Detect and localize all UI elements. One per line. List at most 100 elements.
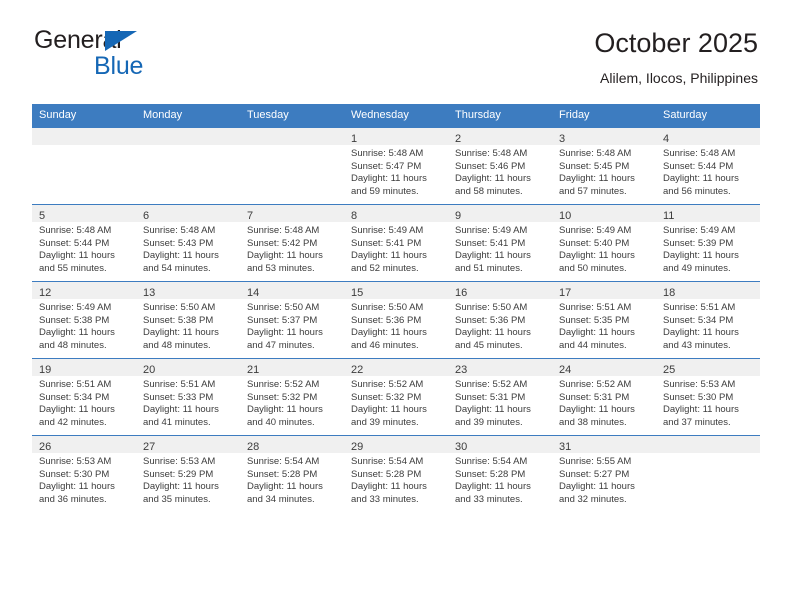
day-cell-inner: 7 Sunrise: 5:48 AM Sunset: 5:42 PM Daylight…: [240, 205, 344, 281]
weekday-header-friday: Friday: [552, 104, 656, 128]
weekday-header-monday: Monday: [136, 104, 240, 128]
daylight-duration: Daylight: 11 hours and 57 minutes.: [559, 173, 635, 197]
day-number-band: 28: [240, 436, 344, 453]
day-details: Sunrise: 5:50 AM Sunset: 5:38 PM Daylight:…: [136, 299, 240, 352]
title-block: October 2025 Alilem, Ilocos, Philippines: [594, 26, 758, 88]
calendar-day-cell[interactable]: 14 Sunrise: 5:50 AM Sunset: 5:37 PM Dayligh…: [240, 281, 344, 359]
calendar-day-cell[interactable]: 12 Sunrise: 5:49 AM Sunset: 5:38 PM Dayligh…: [32, 281, 136, 359]
day-cell-inner: 12 Sunrise: 5:49 AM Sunset: 5:38 PM Dayligh…: [32, 282, 136, 358]
day-details: Sunrise: 5:51 AM Sunset: 5:34 PM Daylight:…: [32, 376, 136, 429]
day-cell-inner: 14 Sunrise: 5:50 AM Sunset: 5:37 PM Dayligh…: [240, 282, 344, 358]
calendar-day-cell[interactable]: 31 Sunrise: 5:55 AM Sunset: 5:27 PM Dayligh…: [552, 435, 656, 512]
daylight-duration: Daylight: 11 hours and 41 minutes.: [143, 404, 219, 428]
day-number: 2: [455, 133, 462, 145]
calendar-day-cell[interactable]: 26 Sunrise: 5:53 AM Sunset: 5:30 PM Dayligh…: [32, 435, 136, 512]
day-details: Sunrise: 5:53 AM Sunset: 5:30 PM Daylight:…: [32, 453, 136, 506]
sunset-time: Sunset: 5:46 PM: [455, 160, 526, 172]
day-details: Sunrise: 5:53 AM Sunset: 5:29 PM Daylight:…: [136, 453, 240, 506]
day-number-band: 27: [136, 436, 240, 453]
day-details: Sunrise: 5:49 AM Sunset: 5:39 PM Daylight:…: [656, 222, 760, 275]
sunset-time: Sunset: 5:36 PM: [455, 314, 526, 326]
calendar-day-cell[interactable]: 2 Sunrise: 5:48 AM Sunset: 5:46 PM Daylight…: [448, 127, 552, 205]
day-number-band: 11: [656, 205, 760, 222]
calendar-day-cell[interactable]: 3 Sunrise: 5:48 AM Sunset: 5:45 PM Daylight…: [552, 127, 656, 205]
general-blue-logo[interactable]: General Blue: [34, 26, 294, 86]
calendar-day-cell[interactable]: 11 Sunrise: 5:49 AM Sunset: 5:39 PM Dayligh…: [656, 204, 760, 282]
day-details: Sunrise: 5:52 AM Sunset: 5:31 PM Daylight:…: [552, 376, 656, 429]
calendar-day-cell[interactable]: 20 Sunrise: 5:51 AM Sunset: 5:33 PM Dayligh…: [136, 358, 240, 436]
calendar-day-cell[interactable]: 19 Sunrise: 5:51 AM Sunset: 5:34 PM Dayligh…: [32, 358, 136, 436]
sunrise-sunset-calendar-table: Sunday Monday Tuesday Wednesday Thursday Frid…: [32, 104, 760, 512]
day-cell-inner: 2 Sunrise: 5:48 AM Sunset: 5:46 PM Daylight…: [448, 128, 552, 204]
day-details: Sunrise: 5:49 AM Sunset: 5:41 PM Daylight:…: [344, 222, 448, 275]
day-number: 25: [663, 364, 676, 376]
sunset-time: Sunset: 5:44 PM: [663, 160, 734, 172]
day-details: Sunrise: 5:54 AM Sunset: 5:28 PM Daylight:…: [448, 453, 552, 506]
calendar-day-cell[interactable]: 29 Sunrise: 5:54 AM Sunset: 5:28 PM Dayligh…: [344, 435, 448, 512]
calendar-day-cell[interactable]: 21 Sunrise: 5:52 AM Sunset: 5:32 PM Dayligh…: [240, 358, 344, 436]
day-cell-inner: 17 Sunrise: 5:51 AM Sunset: 5:35 PM Dayligh…: [552, 282, 656, 358]
day-number: 1: [351, 133, 358, 145]
calendar-day-cell[interactable]: 10 Sunrise: 5:49 AM Sunset: 5:40 PM Dayligh…: [552, 204, 656, 282]
calendar-day-cell[interactable]: 28 Sunrise: 5:54 AM Sunset: 5:28 PM Dayligh…: [240, 435, 344, 512]
day-number-band: 22: [344, 359, 448, 376]
day-cell-inner: 10 Sunrise: 5:49 AM Sunset: 5:40 PM Dayligh…: [552, 205, 656, 281]
day-cell-inner: 21 Sunrise: 5:52 AM Sunset: 5:32 PM Dayligh…: [240, 359, 344, 435]
calendar-day-cell[interactable]: 15 Sunrise: 5:50 AM Sunset: 5:36 PM Dayligh…: [344, 281, 448, 359]
weekday-header-row: Sunday Monday Tuesday Wednesday Thursday Frid…: [32, 104, 760, 128]
daylight-duration: Daylight: 11 hours and 32 minutes.: [559, 481, 635, 505]
calendar-day-cell[interactable]: 9 Sunrise: 5:49 AM Sunset: 5:41 PM Daylight…: [448, 204, 552, 282]
calendar-day-cell[interactable]: 13 Sunrise: 5:50 AM Sunset: 5:38 PM Dayligh…: [136, 281, 240, 359]
sunrise-time: Sunrise: 5:52 AM: [351, 379, 424, 390]
daylight-duration: Daylight: 11 hours and 40 minutes.: [247, 404, 323, 428]
logo-text-blue: Blue: [94, 52, 144, 80]
sunset-time: Sunset: 5:28 PM: [247, 468, 318, 480]
weekday-header-thursday: Thursday: [448, 104, 552, 128]
sunrise-time: Sunrise: 5:50 AM: [247, 302, 320, 313]
calendar-day-cell[interactable]: 6 Sunrise: 5:48 AM Sunset: 5:43 PM Daylight…: [136, 204, 240, 282]
day-number: 29: [351, 441, 364, 453]
calendar-day-cell[interactable]: 27 Sunrise: 5:53 AM Sunset: 5:29 PM Dayligh…: [136, 435, 240, 512]
sunrise-time: Sunrise: 5:49 AM: [351, 225, 424, 236]
day-number: 3: [559, 133, 566, 145]
calendar-day-cell-empty: [32, 127, 136, 205]
calendar-day-cell[interactable]: 22 Sunrise: 5:52 AM Sunset: 5:32 PM Dayligh…: [344, 358, 448, 436]
calendar-day-cell[interactable]: 5 Sunrise: 5:48 AM Sunset: 5:44 PM Daylight…: [32, 204, 136, 282]
calendar-day-cell[interactable]: 8 Sunrise: 5:49 AM Sunset: 5:41 PM Daylight…: [344, 204, 448, 282]
calendar-day-cell[interactable]: 18 Sunrise: 5:51 AM Sunset: 5:34 PM Dayligh…: [656, 281, 760, 359]
day-number: 9: [455, 210, 462, 222]
day-number-band: [32, 128, 136, 145]
calendar-day-cell[interactable]: 25 Sunrise: 5:53 AM Sunset: 5:30 PM Dayligh…: [656, 358, 760, 436]
sunrise-time: Sunrise: 5:49 AM: [663, 225, 736, 236]
day-number-band: 7: [240, 205, 344, 222]
sunrise-time: Sunrise: 5:54 AM: [247, 456, 320, 467]
sunrise-time: Sunrise: 5:48 AM: [247, 225, 320, 236]
calendar-day-cell[interactable]: 17 Sunrise: 5:51 AM Sunset: 5:35 PM Dayligh…: [552, 281, 656, 359]
calendar-day-cell[interactable]: 30 Sunrise: 5:54 AM Sunset: 5:28 PM Dayligh…: [448, 435, 552, 512]
day-details: Sunrise: 5:51 AM Sunset: 5:35 PM Daylight:…: [552, 299, 656, 352]
daylight-duration: Daylight: 11 hours and 44 minutes.: [559, 327, 635, 351]
day-number: 15: [351, 287, 364, 299]
day-details: Sunrise: 5:49 AM Sunset: 5:40 PM Daylight:…: [552, 222, 656, 275]
sunset-time: Sunset: 5:32 PM: [247, 391, 318, 403]
day-details: Sunrise: 5:49 AM Sunset: 5:41 PM Daylight:…: [448, 222, 552, 275]
day-number: 6: [143, 210, 150, 222]
calendar-day-cell[interactable]: 1 Sunrise: 5:48 AM Sunset: 5:47 PM Daylight…: [344, 127, 448, 205]
daylight-duration: Daylight: 11 hours and 34 minutes.: [247, 481, 323, 505]
day-details: Sunrise: 5:48 AM Sunset: 5:43 PM Daylight:…: [136, 222, 240, 275]
calendar-week-row: 12 Sunrise: 5:49 AM Sunset: 5:38 PM Dayligh…: [32, 281, 760, 359]
day-number: 17: [559, 287, 572, 299]
daylight-duration: Daylight: 11 hours and 43 minutes.: [663, 327, 739, 351]
sunset-time: Sunset: 5:28 PM: [351, 468, 422, 480]
calendar-day-cell[interactable]: 4 Sunrise: 5:48 AM Sunset: 5:44 PM Daylight…: [656, 127, 760, 205]
calendar-day-cell[interactable]: 24 Sunrise: 5:52 AM Sunset: 5:31 PM Dayligh…: [552, 358, 656, 436]
daylight-duration: Daylight: 11 hours and 47 minutes.: [247, 327, 323, 351]
day-cell-inner: 4 Sunrise: 5:48 AM Sunset: 5:44 PM Daylight…: [656, 128, 760, 204]
day-number: 24: [559, 364, 572, 376]
calendar-day-cell[interactable]: 23 Sunrise: 5:52 AM Sunset: 5:31 PM Dayligh…: [448, 358, 552, 436]
day-details: Sunrise: 5:52 AM Sunset: 5:32 PM Daylight:…: [344, 376, 448, 429]
calendar-day-cell[interactable]: 16 Sunrise: 5:50 AM Sunset: 5:36 PM Dayligh…: [448, 281, 552, 359]
calendar-day-cell[interactable]: 7 Sunrise: 5:48 AM Sunset: 5:42 PM Daylight…: [240, 204, 344, 282]
day-details: Sunrise: 5:48 AM Sunset: 5:42 PM Daylight:…: [240, 222, 344, 275]
day-number: 12: [39, 287, 52, 299]
